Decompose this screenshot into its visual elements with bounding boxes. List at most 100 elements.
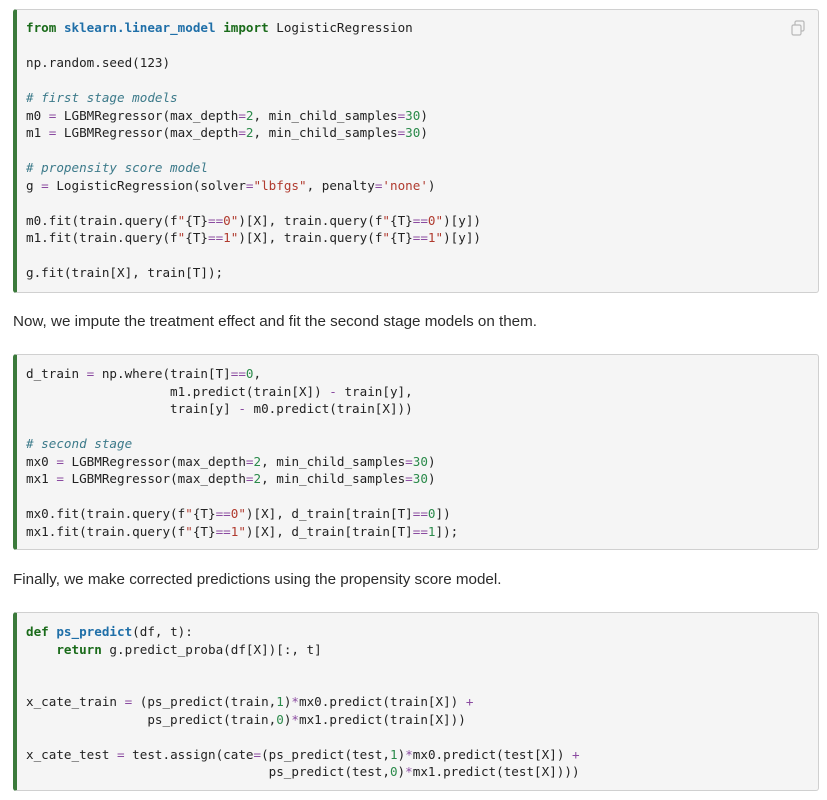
code-line: ps_predict(train,0)*mx1.predict(train[X]… xyxy=(26,711,580,729)
code-token: mx0.predict(train[X]) xyxy=(299,694,466,709)
code-token: * xyxy=(291,711,299,727)
code-token: + xyxy=(572,746,580,762)
code-token: return xyxy=(56,641,102,657)
code-token: mx0.fit(train.query(f xyxy=(26,506,186,521)
code-token: mx1.predict(train[X])) xyxy=(299,711,466,727)
code-token: g.predict_proba(df[X])[:, t] xyxy=(101,641,322,657)
code-line: mx1 = LGBMRegressor(max_depth=2, min_chi… xyxy=(26,470,458,488)
code-token: == xyxy=(208,230,224,245)
code-token: m1 xyxy=(26,125,49,140)
code-line: d_train = np.where(train[T]==0, xyxy=(26,365,458,383)
code-token: 'none' xyxy=(382,177,428,193)
code-token: (ps_predict(test, xyxy=(261,746,390,762)
code-token: " xyxy=(185,506,193,521)
code-token: - xyxy=(238,401,246,416)
code-text[interactable]: d_train = np.where(train[T]==0, m1.predi… xyxy=(26,365,458,540)
code-line: m1.predict(train[X]) - train[y], xyxy=(26,383,458,401)
code-line: mx0.fit(train.query(f"{T}==0")[X], d_tra… xyxy=(26,505,458,523)
code-token: 1 xyxy=(390,746,398,762)
code-token: ) xyxy=(427,471,436,486)
code-token: from xyxy=(26,20,57,35)
code-token: train[y], xyxy=(336,383,413,399)
code-text[interactable]: def ps_predict(df, t): return g.predict_… xyxy=(26,623,580,781)
code-token: ) xyxy=(427,177,436,193)
code-token: train[y] xyxy=(26,401,239,416)
code-cell-2[interactable]: d_train = np.where(train[T]==0, m1.predi… xyxy=(13,354,819,550)
code-token: 0 xyxy=(427,506,436,521)
code-line: x_cate_train = (ps_predict(train,1)*mx0.… xyxy=(26,693,580,711)
code-line: g = LogisticRegression(solver="lbfgs", p… xyxy=(26,177,481,195)
code-token: test.assign(cate xyxy=(124,746,254,762)
paragraph-text: Finally, we make corrected predictions u… xyxy=(13,571,502,588)
code-token: 0 xyxy=(245,366,254,381)
code-token: 0" xyxy=(223,212,239,228)
code-token: 2 xyxy=(245,125,254,140)
code-token: )[y]) xyxy=(443,230,482,245)
code-line: ​ xyxy=(26,247,481,265)
code-token: d_train xyxy=(26,366,87,381)
code-token: " xyxy=(382,230,390,245)
code-token: 0" xyxy=(427,212,444,228)
code-token: - xyxy=(329,383,337,399)
code-token: == xyxy=(412,212,428,228)
code-cell-1[interactable]: from sklearn.linear_model import Logisti… xyxy=(13,9,819,293)
code-token: ps_predict(train, xyxy=(26,711,277,727)
code-line: ​ xyxy=(26,676,580,694)
code-token: mx0.predict(test[X]) xyxy=(412,746,573,762)
code-token: LGBMRegressor(max_depth xyxy=(56,125,239,140)
code-token: sklearn.linear_model xyxy=(63,20,216,35)
code-token: ]); xyxy=(435,523,459,539)
code-line: m1.fit(train.query(f"{T}==1")[X], train.… xyxy=(26,229,481,247)
code-cell-3[interactable]: def ps_predict(df, t): return g.predict_… xyxy=(13,612,819,791)
code-token: 30 xyxy=(412,453,428,469)
code-line: mx0 = LGBMRegressor(max_depth=2, min_chi… xyxy=(26,453,458,471)
code-line: ps_predict(test,0)*mx1.predict(test[X]))… xyxy=(26,763,580,781)
code-token: m0 xyxy=(26,107,49,123)
code-token: * xyxy=(291,694,300,709)
code-token: m0.predict(train[X])) xyxy=(245,401,413,416)
code-token: = xyxy=(253,746,262,762)
code-line: def ps_predict(df, t): xyxy=(26,623,580,641)
code-line: m0 = LGBMRegressor(max_depth=2, min_chil… xyxy=(26,107,481,125)
code-token: mx1.predict(test[X]))) xyxy=(412,764,580,779)
code-line: ​ xyxy=(26,418,458,436)
code-token: import xyxy=(223,20,269,35)
code-line: np.random.seed(123) xyxy=(26,54,481,72)
code-line: return g.predict_proba(df[X])[:, t] xyxy=(26,641,580,659)
code-token: , min_child_samples xyxy=(261,471,406,486)
copy-icon[interactable] xyxy=(790,20,806,36)
code-line: ​ xyxy=(26,728,580,746)
code-token: mx1 xyxy=(26,471,57,486)
code-token: LGBMRegressor(max_depth xyxy=(56,107,239,123)
code-line: ​ xyxy=(26,194,481,212)
code-token: == xyxy=(412,230,428,245)
code-token: = xyxy=(405,453,413,469)
code-token: mx1.fit(train.query(f xyxy=(26,523,186,539)
code-line: mx1.fit(train.query(f"{T}==1")[X], d_tra… xyxy=(26,523,458,541)
code-line: ​ xyxy=(26,37,481,55)
code-line: # propensity score model xyxy=(26,159,481,177)
code-token: ) xyxy=(420,125,428,140)
code-token: = xyxy=(245,177,254,193)
code-token: 1 xyxy=(427,523,436,539)
code-token: = xyxy=(56,453,64,469)
code-token: , min_child_samples xyxy=(253,125,398,140)
code-line: train[y] - m0.predict(train[X])) xyxy=(26,400,458,418)
code-line: x_cate_test = test.assign(cate=(ps_predi… xyxy=(26,746,580,764)
code-token: m0.fit(train.query(f xyxy=(26,212,178,228)
code-text[interactable]: from sklearn.linear_model import Logisti… xyxy=(26,19,481,282)
code-token: (df, t): xyxy=(132,624,193,639)
code-token: = xyxy=(41,177,49,193)
code-token: {T} xyxy=(185,212,208,228)
code-line: g.fit(train[X], train[T]); xyxy=(26,264,481,282)
code-token: np.random.seed(123) xyxy=(26,55,171,70)
code-token: m1.fit(train.query(f xyxy=(26,230,178,245)
code-token: )[X], d_train[train[T] xyxy=(245,523,413,539)
code-line: m1 = LGBMRegressor(max_depth=2, min_chil… xyxy=(26,124,481,142)
code-token: == xyxy=(215,523,231,539)
code-line: from sklearn.linear_model import Logisti… xyxy=(26,19,481,37)
code-token: x_cate_train xyxy=(26,694,125,709)
code-token: 0" xyxy=(230,506,246,521)
code-token: {T} xyxy=(192,523,216,539)
